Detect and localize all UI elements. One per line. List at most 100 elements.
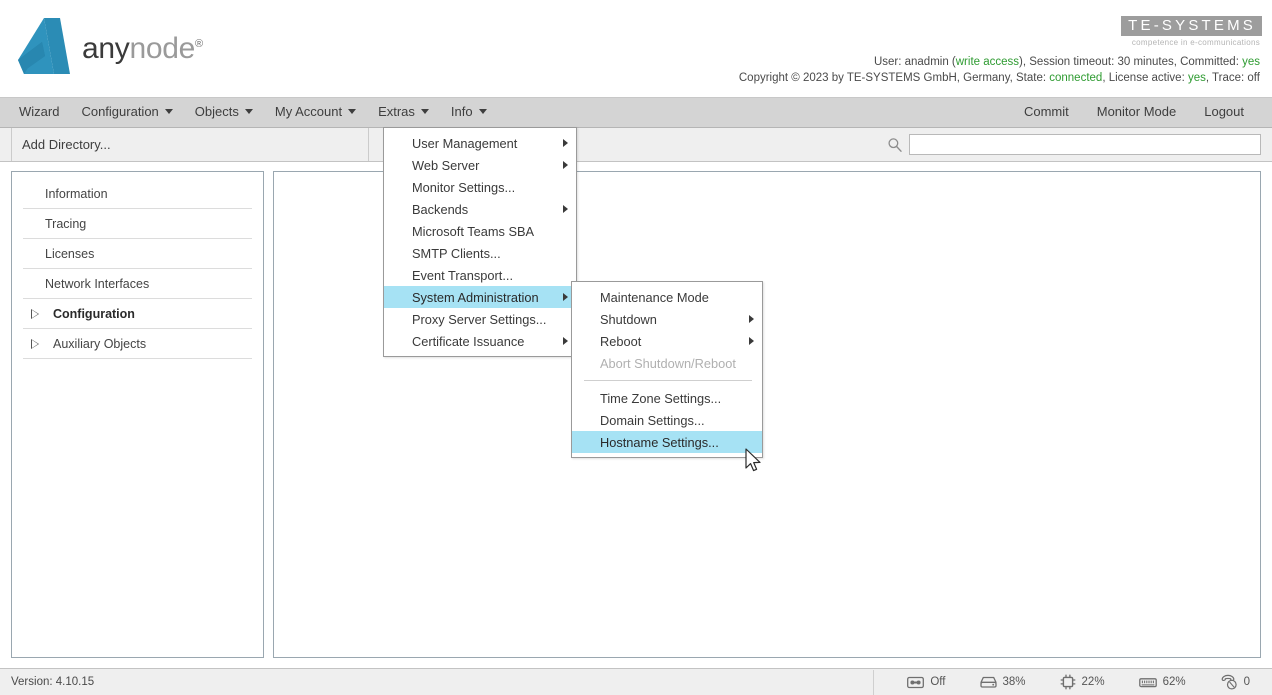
status-divider (873, 670, 874, 695)
extras-item-microsoft-teams-sba-label: Microsoft Teams SBA (412, 224, 534, 239)
search-input[interactable] (909, 134, 1261, 155)
monitor-mode-button-label: Monitor Mode (1097, 104, 1176, 119)
commit-button[interactable]: Commit (1010, 98, 1083, 127)
extras-item-microsoft-teams-sba[interactable]: Microsoft Teams SBA (384, 220, 576, 242)
memory-icon (1139, 676, 1157, 689)
status-disk: 38% (980, 676, 1026, 689)
extras-item-smtp-clients[interactable]: SMTP Clients... (384, 242, 576, 264)
expand-triangle-icon[interactable] (31, 337, 45, 351)
sysadmin-item-abort-shutdown-reboot: Abort Shutdown/Reboot (572, 352, 762, 374)
status-cpu: 22% (1060, 674, 1105, 690)
extras-item-certificate-issuance[interactable]: Certificate Issuance (384, 330, 576, 352)
logo-text-any: any (82, 32, 129, 65)
sysadmin-item-abort-shutdown-reboot-label: Abort Shutdown/Reboot (600, 356, 736, 371)
write-access-badge: write access (956, 56, 1019, 68)
extras-item-proxy-server-settings[interactable]: Proxy Server Settings... (384, 308, 576, 330)
sidebar-item-auxiliary-objects-label: Auxiliary Objects (53, 337, 146, 351)
menu-separator (584, 380, 752, 381)
extras-item-certificate-issuance-label: Certificate Issuance (412, 334, 524, 349)
logo-registered-mark: ® (195, 38, 203, 50)
toolbar-row: Add Directory... (0, 128, 1272, 162)
sysadmin-item-hostname-settings-label: Hostname Settings... (600, 435, 719, 450)
extras-item-backends[interactable]: Backends (384, 198, 576, 220)
sysadmin-item-shutdown[interactable]: Shutdown (572, 308, 762, 330)
extras-item-system-administration[interactable]: System Administration (384, 286, 576, 308)
sysadmin-item-domain-settings[interactable]: Domain Settings... (572, 409, 762, 431)
copyright-text: Copyright © 2023 by TE-SYSTEMS GmbH, Ger… (739, 72, 1049, 84)
sidebar-item-auxiliary-objects[interactable]: Auxiliary Objects (23, 329, 252, 359)
app-header: anynode® TE-SYSTEMS competence in e-comm… (0, 0, 1272, 98)
version-label: Version: 4.10.15 (11, 676, 94, 688)
monitor-mode-button[interactable]: Monitor Mode (1083, 98, 1190, 127)
status-indicators: Off 38% (873, 674, 1250, 690)
logout-button[interactable]: Logout (1190, 98, 1258, 127)
extras-item-user-management[interactable]: User Management (384, 132, 576, 154)
sidebar-item-configuration[interactable]: Configuration (23, 299, 252, 329)
status-memory-value: 62% (1163, 676, 1186, 688)
menu-item-objects[interactable]: Objects (184, 98, 264, 127)
menu-item-configuration-label: Configuration (81, 104, 158, 119)
commit-button-label: Commit (1024, 104, 1069, 119)
session-info: User: anadmin (write access), Session ti… (739, 54, 1260, 86)
extras-item-event-transport-label: Event Transport... (412, 268, 513, 283)
license-label: , License active: (1102, 72, 1188, 84)
submenu-arrow-icon (563, 337, 568, 345)
extras-item-system-administration-label: System Administration (412, 290, 539, 305)
menu-item-extras-label: Extras (378, 104, 415, 119)
menu-item-extras[interactable]: Extras (367, 98, 440, 127)
sysadmin-item-reboot[interactable]: Reboot (572, 330, 762, 352)
chevron-down-icon (348, 109, 356, 114)
submenu-arrow-icon (563, 139, 568, 147)
main-menu-bar: Wizard Configuration Objects My Account … (0, 98, 1272, 128)
logout-button-label: Logout (1204, 104, 1244, 119)
session-info-line-2: Copyright © 2023 by TE-SYSTEMS GmbH, Ger… (739, 70, 1260, 86)
submenu-arrow-icon (563, 205, 568, 213)
add-directory-label: Add Directory... (22, 137, 111, 152)
sidebar-item-licenses-label: Licenses (45, 247, 94, 261)
extras-item-monitor-settings-label: Monitor Settings... (412, 180, 515, 195)
navigation-sidebar: Information Tracing Licenses Network Int… (11, 171, 264, 658)
session-timeout-text: ), Session timeout: 30 minutes, Committe… (1019, 56, 1242, 68)
menu-item-info[interactable]: Info (440, 98, 498, 127)
menu-item-my-account-label: My Account (275, 104, 342, 119)
trace-icon (907, 676, 924, 689)
submenu-arrow-icon (749, 315, 754, 323)
logo-text-node: node (129, 32, 195, 65)
sysadmin-item-reboot-label: Reboot (600, 334, 641, 349)
license-active-value: yes (1188, 72, 1206, 84)
status-cpu-value: 22% (1082, 676, 1105, 688)
sidebar-item-tracing[interactable]: Tracing (23, 209, 252, 239)
extras-item-event-transport[interactable]: Event Transport... (384, 264, 576, 286)
menu-item-my-account[interactable]: My Account (264, 98, 367, 127)
add-directory-button[interactable]: Add Directory... (11, 128, 369, 161)
sidebar-item-network-interfaces[interactable]: Network Interfaces (23, 269, 252, 299)
navigation-tree: Information Tracing Licenses Network Int… (12, 172, 263, 359)
search-area (887, 128, 1261, 161)
application-window: anynode® TE-SYSTEMS competence in e-comm… (0, 0, 1272, 695)
chevron-down-icon (165, 109, 173, 114)
sysadmin-item-hostname-settings[interactable]: Hostname Settings... (572, 431, 762, 453)
committed-value: yes (1242, 56, 1260, 68)
extras-item-monitor-settings[interactable]: Monitor Settings... (384, 176, 576, 198)
anynode-wordmark: anynode® (82, 32, 203, 66)
anynode-logo: anynode® (14, 16, 203, 78)
extras-item-web-server[interactable]: Web Server (384, 154, 576, 176)
menu-item-configuration[interactable]: Configuration (70, 98, 183, 127)
menu-item-info-label: Info (451, 104, 473, 119)
status-trace-value: Off (930, 676, 945, 688)
sysadmin-item-time-zone-settings[interactable]: Time Zone Settings... (572, 387, 762, 409)
expand-triangle-icon[interactable] (31, 307, 45, 321)
sysadmin-item-maintenance-mode[interactable]: Maintenance Mode (572, 286, 762, 308)
extras-dropdown-menu: User Management Web Server Monitor Setti… (383, 127, 577, 357)
status-trace: Off (907, 676, 945, 689)
sysadmin-item-time-zone-settings-label: Time Zone Settings... (600, 391, 721, 406)
sidebar-item-information[interactable]: Information (23, 179, 252, 209)
extras-item-user-management-label: User Management (412, 136, 517, 151)
te-systems-name: TE-SYSTEMS (1121, 16, 1262, 36)
sidebar-item-licenses[interactable]: Licenses (23, 239, 252, 269)
extras-item-proxy-server-settings-label: Proxy Server Settings... (412, 312, 546, 327)
submenu-arrow-icon (563, 161, 568, 169)
menu-item-wizard[interactable]: Wizard (8, 98, 70, 127)
user-prefix: User: anadmin ( (874, 56, 956, 68)
submenu-arrow-icon (749, 337, 754, 345)
